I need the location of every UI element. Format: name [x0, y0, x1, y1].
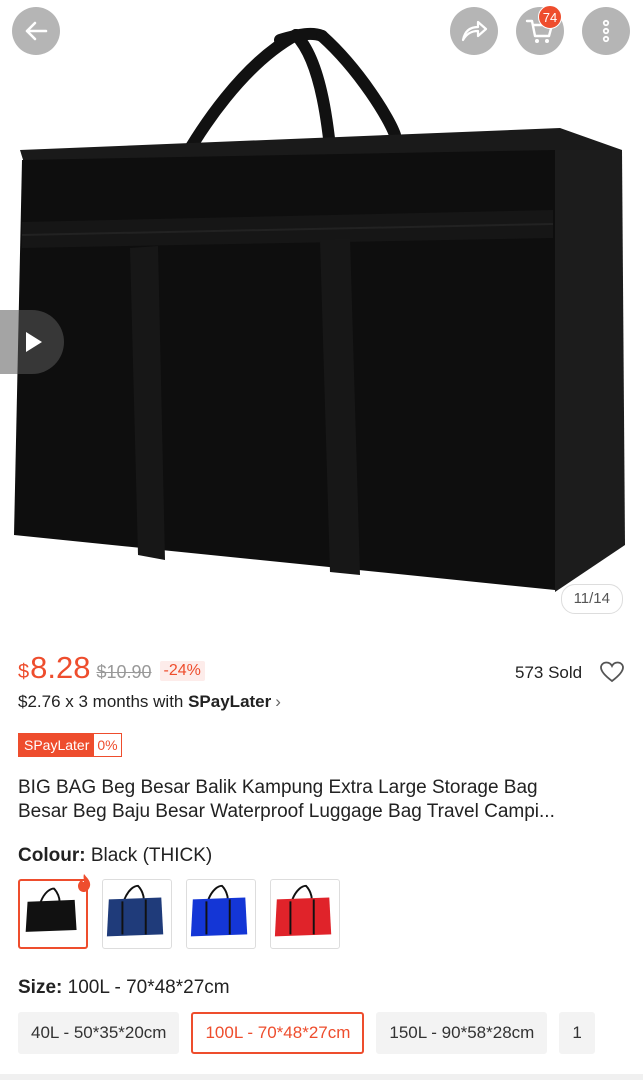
installment-text: $2.76 x 3 months with — [18, 692, 189, 711]
size-option-more[interactable]: 1 — [559, 1012, 595, 1054]
section-divider — [0, 1074, 643, 1080]
heart-icon[interactable] — [600, 661, 624, 683]
swatch-bag-image — [190, 884, 248, 937]
colour-swatch-navy[interactable] — [102, 879, 172, 949]
cart-count-badge: 74 — [538, 5, 562, 29]
current-price: 8.28 — [30, 650, 91, 685]
colour-swatch-blue[interactable] — [186, 879, 256, 949]
product-title-line-1: BIG BAG Beg Besar Balik Kampung Extra La… — [18, 777, 538, 798]
image-counter: 11/14 — [560, 584, 623, 614]
chevron-right-icon: › — [275, 692, 281, 711]
product-image — [14, 27, 625, 592]
more-vertical-icon — [602, 19, 610, 43]
swatch-bag-image — [274, 884, 332, 937]
installment-brand: SPayLater — [188, 692, 272, 711]
size-selected-value: 100L - 70*48*27cm — [62, 977, 230, 998]
sold-count: 573 Sold — [515, 663, 583, 682]
size-option-100l[interactable]: 100L - 70*48*27cm — [191, 1012, 365, 1054]
back-button[interactable] — [12, 7, 60, 55]
colour-label-title: Colour: — [18, 845, 86, 866]
size-option-150l[interactable]: 150L - 90*58*28cm — [376, 1012, 548, 1054]
price-row: $ 8.28 $10.90 -24% — [18, 650, 205, 686]
size-label: Size: 100L - 70*48*27cm — [18, 977, 230, 999]
more-options-button[interactable] — [582, 7, 630, 55]
size-option-40l[interactable]: 40L - 50*35*20cm — [18, 1012, 180, 1054]
arrow-left-icon — [25, 21, 48, 41]
size-options: 40L - 50*35*20cm 100L - 70*48*27cm 150L … — [18, 1012, 595, 1054]
colour-swatch-black[interactable] — [18, 874, 91, 949]
play-icon — [26, 332, 42, 352]
colour-label: Colour: Black (THICK) — [18, 845, 212, 867]
product-title-line-2: Besar Beg Baju Besar Waterproof Luggage … — [18, 801, 555, 822]
play-video-button[interactable] — [0, 310, 64, 374]
spaylater-tag-rate: 0% — [97, 737, 118, 753]
spaylater-tag: SPayLater 0% — [18, 733, 122, 757]
flame-icon — [78, 874, 91, 892]
price-currency: $ — [18, 661, 30, 683]
product-image-gallery[interactable]: 74 11/14 — [0, 0, 643, 632]
installment-info[interactable]: $2.76 x 3 months with SPayLater › — [18, 692, 281, 712]
original-price: $10.90 — [96, 662, 152, 682]
share-button[interactable] — [450, 7, 498, 55]
colour-swatch-red[interactable] — [270, 879, 340, 949]
swatch-bag-image — [106, 884, 164, 937]
size-label-title: Size: — [18, 977, 63, 998]
product-title: BIG BAG Beg Besar Balik Kampung Extra La… — [18, 776, 628, 824]
spaylater-tag-label: SPayLater — [19, 734, 95, 756]
colour-selected-value: Black (THICK) — [85, 845, 213, 866]
discount-badge: -24% — [159, 661, 205, 681]
share-icon — [461, 20, 488, 42]
colour-swatches — [18, 874, 340, 949]
